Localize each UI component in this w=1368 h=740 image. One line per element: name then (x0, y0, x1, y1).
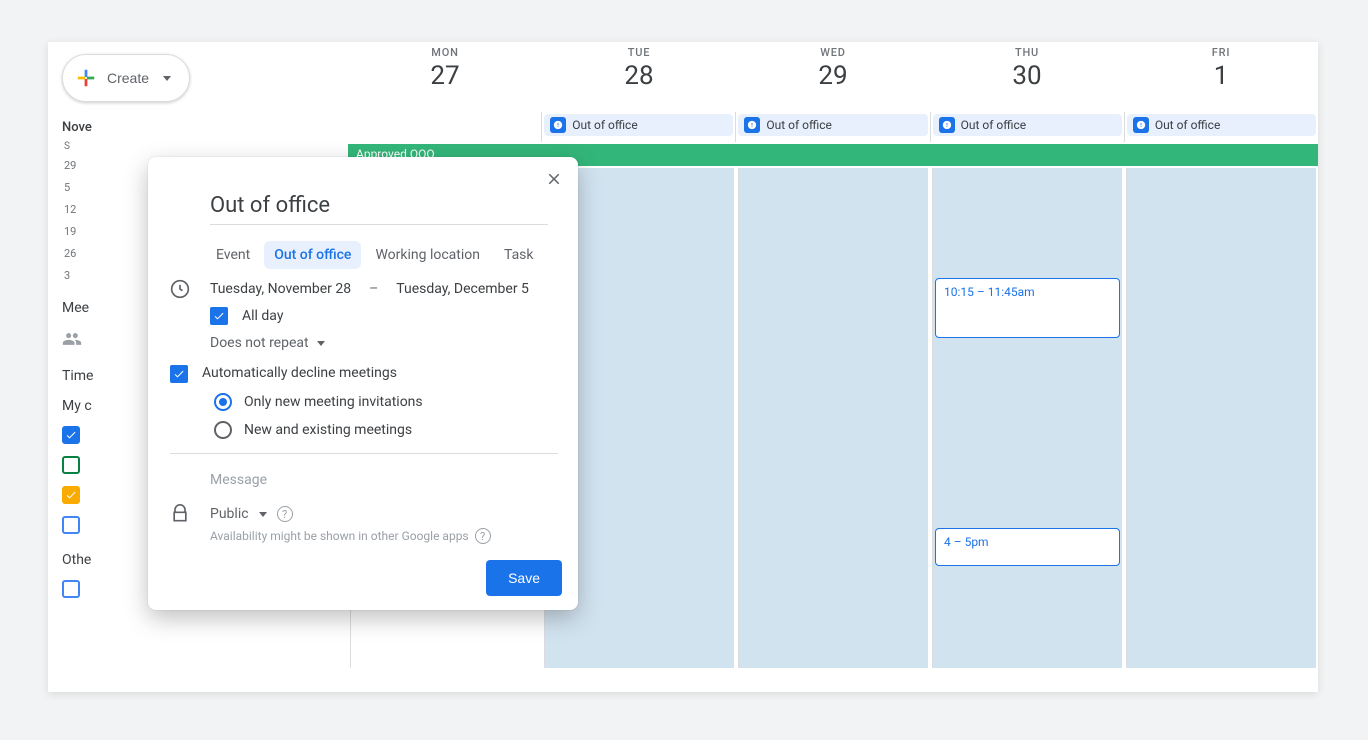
checkbox-icon (62, 486, 80, 504)
event-editor-modal: Out of office Event Out of office Workin… (148, 157, 578, 610)
mini-dow: S (62, 141, 284, 152)
clock-icon (170, 279, 190, 299)
day-header-fri[interactable]: FRI 1 (1124, 42, 1318, 112)
radio-only-new[interactable]: Only new meeting invitations (214, 393, 558, 411)
checkbox-icon (62, 516, 80, 534)
chevron-down-icon (259, 512, 267, 517)
divider (170, 453, 558, 454)
col-thu[interactable]: 10:15 – 11:45am 4 – 5pm (932, 168, 1122, 668)
allday-wed[interactable]: Out of office (735, 112, 929, 142)
day-header-wed[interactable]: WED 29 (736, 42, 930, 112)
save-button[interactable]: Save (486, 560, 562, 596)
allday-thu[interactable]: Out of office (930, 112, 1124, 142)
tab-out-of-office[interactable]: Out of office (264, 241, 361, 269)
create-button[interactable]: Create (62, 54, 190, 102)
mini-month-label: Nove (62, 120, 284, 135)
day-header-tue[interactable]: TUE 28 (542, 42, 736, 112)
message-input[interactable]: Message (210, 468, 558, 492)
create-label: Create (107, 70, 149, 86)
start-date[interactable]: Tuesday, November 28 (210, 281, 351, 297)
allday-fri[interactable]: Out of office (1124, 112, 1318, 142)
visibility-row[interactable]: Public ? (210, 506, 558, 522)
close-icon (545, 170, 563, 188)
checkbox-icon (62, 426, 80, 444)
day-header-mon[interactable]: MON 27 (348, 42, 542, 112)
auto-decline-row: Automatically decline meetings (170, 365, 558, 383)
tab-working-location[interactable]: Working location (365, 241, 490, 269)
auto-decline-checkbox[interactable] (170, 365, 188, 383)
lock-icon (170, 504, 190, 524)
chevron-down-icon (317, 341, 325, 346)
calendar-app: Create Nove S 29 5 12 19 26 3 Mee Time M… (48, 42, 1318, 692)
auto-decline-label: Automatically decline meetings (202, 365, 397, 381)
end-date[interactable]: Tuesday, December 5 (396, 281, 529, 297)
chevron-down-icon (163, 76, 171, 81)
all-day-label: All day (242, 308, 283, 324)
ooo-badge-icon (1133, 117, 1149, 133)
help-icon[interactable]: ? (277, 506, 293, 522)
allday-row: Out of office Out of office Out of offic… (348, 112, 1318, 142)
col-fri[interactable] (1126, 168, 1316, 668)
ooo-badge-icon (744, 117, 760, 133)
checkbox-icon (62, 580, 80, 598)
modal-title[interactable]: Out of office (210, 193, 548, 225)
checkbox-icon (62, 456, 80, 474)
ooo-chip[interactable]: Out of office (738, 114, 927, 136)
event-type-tabs: Event Out of office Working location Tas… (206, 241, 558, 269)
event-thu-afternoon[interactable]: 4 – 5pm (935, 528, 1120, 566)
people-icon (62, 329, 82, 349)
ooo-chip[interactable]: Out of office (1127, 114, 1316, 136)
radio-new-and-existing[interactable]: New and existing meetings (214, 421, 558, 439)
all-day-row[interactable]: All day (210, 307, 558, 325)
date-row: Tuesday, November 28 – Tuesday, December… (210, 281, 558, 297)
radio-icon (214, 421, 232, 439)
availability-hint: Availability might be shown in other Goo… (210, 528, 558, 544)
help-icon[interactable]: ? (475, 528, 491, 544)
tab-task[interactable]: Task (494, 241, 544, 269)
radio-icon (214, 393, 232, 411)
ooo-chip[interactable]: Out of office (544, 114, 733, 136)
event-thu-morning[interactable]: 10:15 – 11:45am (935, 278, 1120, 338)
ooo-badge-icon (939, 117, 955, 133)
allday-mon[interactable] (348, 112, 541, 142)
close-button[interactable] (538, 163, 570, 195)
day-header-thu[interactable]: THU 30 (930, 42, 1124, 112)
plus-icon (75, 67, 97, 89)
all-day-checkbox[interactable] (210, 307, 228, 325)
allday-tue[interactable]: Out of office (541, 112, 735, 142)
tab-event[interactable]: Event (206, 241, 260, 269)
ooo-chip[interactable]: Out of office (933, 114, 1122, 136)
day-headers: MON 27 TUE 28 WED 29 THU 30 FRI 1 (348, 42, 1318, 112)
col-wed[interactable] (738, 168, 928, 668)
ooo-badge-icon (550, 117, 566, 133)
repeat-dropdown[interactable]: Does not repeat (210, 335, 558, 351)
